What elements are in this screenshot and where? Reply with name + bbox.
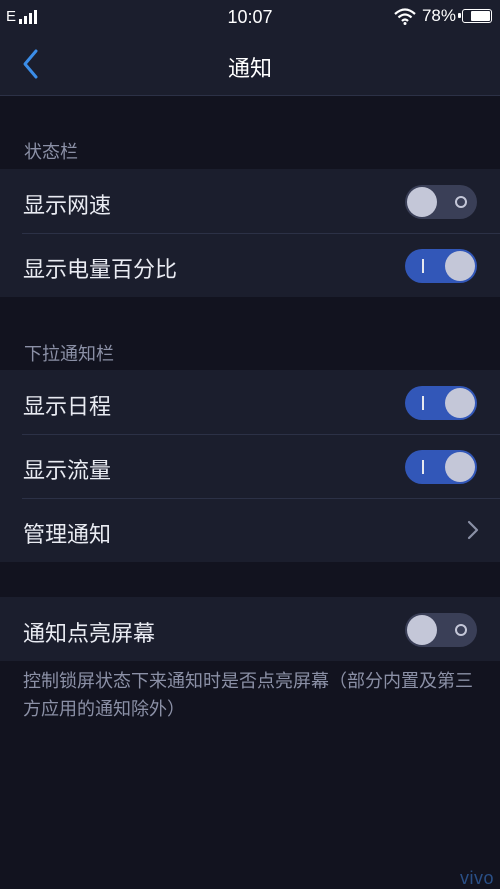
setting-row-data-usage[interactable]: 显示流量 xyxy=(0,434,500,498)
section-header-status-bar: 状态栏 xyxy=(24,142,78,163)
toggle-off-mark xyxy=(455,196,467,208)
battery-level xyxy=(470,11,490,21)
setting-row-network-speed[interactable]: 显示网速 xyxy=(0,169,500,233)
status-bar: E 10:07 78% xyxy=(0,0,500,34)
schedule-toggle[interactable] xyxy=(405,386,477,420)
setting-label: 显示网速 xyxy=(23,194,112,219)
toggle-knob xyxy=(445,388,475,418)
chevron-right-icon xyxy=(467,520,479,540)
network-speed-toggle[interactable] xyxy=(405,185,477,219)
toggle-on-mark xyxy=(422,460,424,474)
status-right: 78% xyxy=(394,6,492,26)
pulldown-group: 显示日程 显示流量 管理通知 xyxy=(0,370,500,562)
setting-label: 显示日程 xyxy=(23,395,112,420)
toggle-on-mark xyxy=(422,259,424,273)
setting-row-manage-notifications[interactable]: 管理通知 xyxy=(0,498,500,562)
wifi-icon xyxy=(394,7,416,25)
status-bar-group: 显示网速 显示电量百分比 xyxy=(0,169,500,297)
setting-row-schedule[interactable]: 显示日程 xyxy=(0,370,500,434)
setting-label: 显示流量 xyxy=(23,459,112,484)
battery-percent-toggle[interactable] xyxy=(405,249,477,283)
setting-label: 管理通知 xyxy=(23,523,112,548)
nav-bar: 通知 xyxy=(0,34,500,96)
setting-row-wake-screen[interactable]: 通知点亮屏幕 xyxy=(0,597,500,661)
toggle-off-mark xyxy=(455,624,467,636)
brand-logo: vivo xyxy=(459,868,494,888)
toggle-knob xyxy=(407,187,437,217)
battery-percent: 78% xyxy=(421,6,456,25)
setting-label: 显示电量百分比 xyxy=(23,258,178,283)
section-header-pulldown: 下拉通知栏 xyxy=(24,344,114,365)
setting-label: 通知点亮屏幕 xyxy=(23,622,156,647)
wake-screen-description: 控制锁屏状态下来通知时是否点亮屏幕（部分内置及第三方应用的通知除外） xyxy=(23,671,473,720)
toggle-knob xyxy=(445,452,475,482)
toggle-on-mark xyxy=(422,396,424,410)
wake-screen-group: 通知点亮屏幕 xyxy=(0,597,500,661)
toggle-knob xyxy=(445,251,475,281)
data-usage-toggle[interactable] xyxy=(405,450,477,484)
wake-screen-toggle[interactable] xyxy=(405,613,477,647)
page-title: 通知 xyxy=(227,57,272,82)
battery-icon xyxy=(458,9,492,23)
toggle-knob xyxy=(407,615,437,645)
setting-row-battery-percent[interactable]: 显示电量百分比 xyxy=(0,233,500,297)
